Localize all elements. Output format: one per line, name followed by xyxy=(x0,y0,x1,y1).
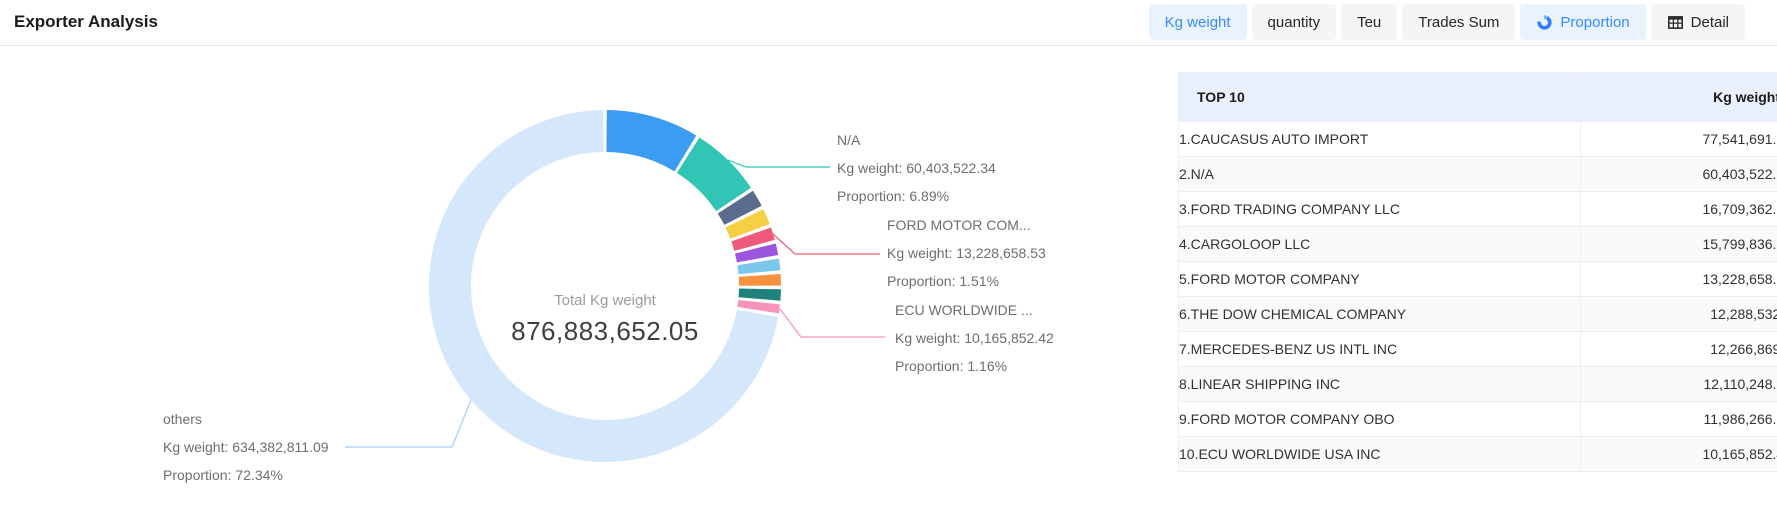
table-row: 4.CARGOLOOP LLC15,799,836.56 xyxy=(1179,227,1777,262)
exporter-donut-chart: Total Kg weight 876,883,652.05 N/A Kg we… xyxy=(0,46,1150,517)
tab-kg-weight[interactable]: Kg weight xyxy=(1149,4,1247,40)
total-kg-weight-label: Total Kg weight xyxy=(455,292,755,309)
exporter-name-cell: 1.CAUCASUS AUTO IMPORT xyxy=(1179,122,1581,157)
table-header-row: TOP 10 Kg weight xyxy=(1179,73,1777,122)
tab-proportion[interactable]: Proportion xyxy=(1520,4,1645,40)
tab-detail[interactable]: Detail xyxy=(1651,4,1745,40)
total-kg-weight-value: 876,883,652.05 xyxy=(455,316,755,347)
table-row: 8.LINEAR SHIPPING INC12,110,248.67 xyxy=(1179,367,1777,402)
top10-table: TOP 10 Kg weight 1.CAUCASUS AUTO IMPORT7… xyxy=(1178,72,1777,472)
donut-segment-1-caucasus-auto-import[interactable] xyxy=(606,110,696,171)
chart-callout-ecu-worldwide: ECU WORLDWIDE ... Kg weight: 10,165,852.… xyxy=(895,296,1054,380)
callout-name: FORD MOTOR COM... xyxy=(887,211,1046,239)
tab-teu-label: Teu xyxy=(1357,14,1381,31)
tab-kg-weight-label: Kg weight xyxy=(1165,14,1231,31)
table-row: 10.ECU WORLDWIDE USA INC10,165,852.42 xyxy=(1179,437,1777,472)
tab-detail-label: Detail xyxy=(1691,14,1729,31)
table-row: 9.FORD MOTOR COMPANY OBO11,986,266.59 xyxy=(1179,402,1777,437)
kg-weight-column-header: Kg weight xyxy=(1581,73,1777,122)
exporter-name-cell: 6.THE DOW CHEMICAL COMPANY xyxy=(1179,297,1581,332)
kg-weight-cell: 11,986,266.59 xyxy=(1581,402,1777,437)
donut-center-label: Total Kg weight 876,883,652.05 xyxy=(455,292,755,347)
top10-column-header: TOP 10 xyxy=(1179,73,1581,122)
label-line-ford-motor xyxy=(773,234,880,254)
tab-quantity[interactable]: quantity xyxy=(1252,4,1337,40)
exporter-name-cell: 4.CARGOLOOP LLC xyxy=(1179,227,1581,262)
exporter-name-cell: 7.MERCEDES-BENZ US INTL INC xyxy=(1179,332,1581,367)
callout-kg-weight: Kg weight: 10,165,852.42 xyxy=(895,324,1054,352)
exporter-name-cell: 9.FORD MOTOR COMPANY OBO xyxy=(1179,402,1581,437)
exporter-name-cell: 8.LINEAR SHIPPING INC xyxy=(1179,367,1581,402)
callout-name: others xyxy=(163,405,329,433)
table-row: 3.FORD TRADING COMPANY LLC16,709,362.71 xyxy=(1179,192,1777,227)
callout-kg-weight: Kg weight: 60,403,522.34 xyxy=(837,154,996,182)
label-line-na xyxy=(728,160,830,167)
callout-kg-weight: Kg weight: 634,382,811.09 xyxy=(163,433,329,461)
table-row: 7.MERCEDES-BENZ US INTL INC12,266,869.7 xyxy=(1179,332,1777,367)
exporter-name-cell: 5.FORD MOTOR COMPANY xyxy=(1179,262,1581,297)
kg-weight-cell: 12,110,248.67 xyxy=(1581,367,1777,402)
tab-quantity-label: quantity xyxy=(1268,14,1321,31)
kg-weight-cell: 12,266,869.7 xyxy=(1581,332,1777,367)
chart-callout-others: others Kg weight: 634,382,811.09 Proport… xyxy=(163,405,329,489)
table-row: 1.CAUCASUS AUTO IMPORT77,541,691.14 xyxy=(1179,122,1777,157)
chart-callout-ford-motor: FORD MOTOR COM... Kg weight: 13,228,658.… xyxy=(887,211,1046,295)
callout-proportion: Proportion: 1.51% xyxy=(887,267,1046,295)
exporter-name-cell: 3.FORD TRADING COMPANY LLC xyxy=(1179,192,1581,227)
metric-toolbar: Kg weight quantity Teu Trades Sum Propor… xyxy=(1149,4,1745,40)
table-row: 2.N/A60,403,522.34 xyxy=(1179,157,1777,192)
callout-name: N/A xyxy=(837,126,996,154)
top10-table-body: 1.CAUCASUS AUTO IMPORT77,541,691.142.N/A… xyxy=(1179,122,1777,472)
tab-trades-sum[interactable]: Trades Sum xyxy=(1402,4,1515,40)
tab-teu[interactable]: Teu xyxy=(1341,4,1397,40)
kg-weight-cell: 13,228,658.53 xyxy=(1581,262,1777,297)
callout-proportion: Proportion: 6.89% xyxy=(837,182,996,210)
table-row: 6.THE DOW CHEMICAL COMPANY12,288,532.3 xyxy=(1179,297,1777,332)
kg-weight-cell: 15,799,836.56 xyxy=(1581,227,1777,262)
exporter-name-cell: 2.N/A xyxy=(1179,157,1581,192)
callout-name: ECU WORLDWIDE ... xyxy=(895,296,1054,324)
callout-proportion: Proportion: 1.16% xyxy=(895,352,1054,380)
tab-proportion-label: Proportion xyxy=(1560,14,1629,31)
table-icon xyxy=(1667,14,1684,31)
page-title: Exporter Analysis xyxy=(14,12,158,32)
kg-weight-cell: 60,403,522.34 xyxy=(1581,157,1777,192)
chart-callout-na: N/A Kg weight: 60,403,522.34 Proportion:… xyxy=(837,126,996,210)
callout-proportion: Proportion: 72.34% xyxy=(163,461,329,489)
donut-segment-8-linear-shipping-inc[interactable] xyxy=(739,274,781,286)
callout-kg-weight: Kg weight: 13,228,658.53 xyxy=(887,239,1046,267)
tab-trades-sum-label: Trades Sum xyxy=(1418,14,1499,31)
kg-weight-cell: 12,288,532.3 xyxy=(1581,297,1777,332)
header-bar: Exporter Analysis Kg weight quantity Teu… xyxy=(0,0,1777,46)
kg-weight-cell: 10,165,852.42 xyxy=(1581,437,1777,472)
table-row: 5.FORD MOTOR COMPANY13,228,658.53 xyxy=(1179,262,1777,297)
pie-chart-icon xyxy=(1536,14,1553,31)
kg-weight-cell: 77,541,691.14 xyxy=(1581,122,1777,157)
kg-weight-cell: 16,709,362.71 xyxy=(1581,192,1777,227)
label-line-ecu-worldwide xyxy=(780,309,885,337)
exporter-name-cell: 10.ECU WORLDWIDE USA INC xyxy=(1179,437,1581,472)
label-line-others xyxy=(345,400,471,447)
